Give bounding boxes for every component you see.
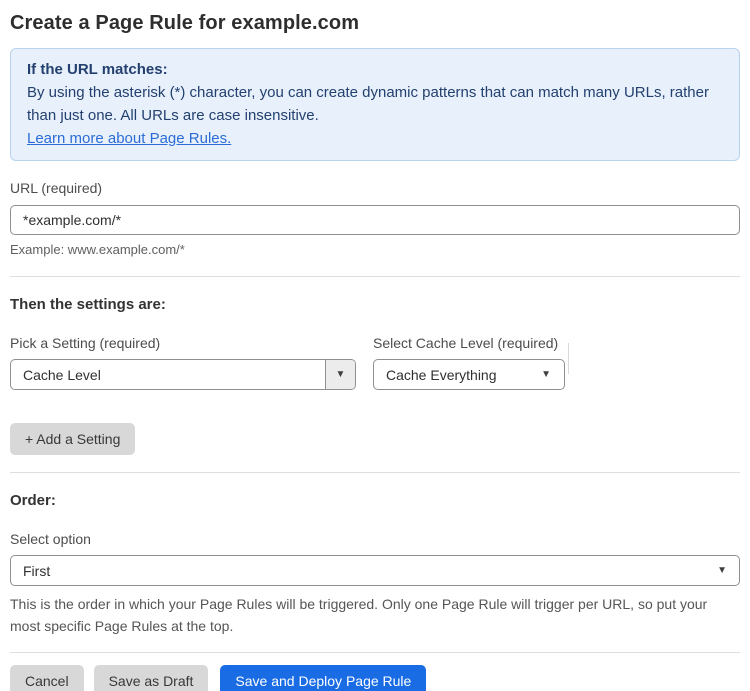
add-setting-button[interactable]: + Add a Setting bbox=[10, 423, 136, 455]
chevron-down-icon: ▼ bbox=[717, 564, 727, 576]
setting-picker-value: Cache Level bbox=[23, 366, 101, 383]
cache-level-picker-group: Select Cache Level (required) Cache Ever… bbox=[373, 335, 565, 390]
divider bbox=[10, 652, 740, 653]
cache-level-value: Cache Everything bbox=[386, 366, 497, 383]
setting-picker-group: Pick a Setting (required) Cache Level ▼ bbox=[10, 335, 356, 390]
info-box-heading: If the URL matches: bbox=[27, 61, 168, 78]
divider bbox=[10, 472, 740, 473]
order-section-heading: Order: bbox=[10, 492, 56, 509]
page-title: Create a Page Rule for example.com bbox=[10, 12, 360, 34]
chevron-down-icon: ▼ bbox=[335, 368, 346, 380]
dropdown-arrow-button[interactable]: ▼ bbox=[325, 360, 355, 389]
divider bbox=[10, 276, 740, 277]
cache-level-label: Select Cache Level (required) bbox=[373, 335, 559, 351]
save-and-deploy-button[interactable]: Save and Deploy Page Rule bbox=[220, 665, 427, 691]
info-box-body: By using the asterisk (*) character, you… bbox=[27, 84, 709, 124]
setting-row: Pick a Setting (required) Cache Level ▼ … bbox=[10, 335, 740, 390]
learn-more-link[interactable]: Learn more about Page Rules. bbox=[27, 130, 231, 147]
order-select-label: Select option bbox=[10, 531, 91, 547]
setting-picker-label: Pick a Setting (required) bbox=[10, 335, 161, 351]
form-actions: Cancel Save as Draft Save and Deploy Pag… bbox=[10, 665, 740, 691]
setting-picker-dropdown[interactable]: Cache Level ▼ bbox=[10, 359, 356, 390]
setting-separator bbox=[568, 343, 569, 374]
order-helper-text: This is the order in which your Page Rul… bbox=[10, 596, 708, 634]
url-input[interactable] bbox=[10, 205, 740, 235]
cancel-button[interactable]: Cancel bbox=[10, 665, 84, 691]
settings-section-heading: Then the settings are: bbox=[10, 296, 166, 313]
cache-level-dropdown[interactable]: Cache Everything ▼ bbox=[373, 359, 565, 390]
order-value: First bbox=[23, 562, 51, 579]
chevron-down-icon: ▼ bbox=[541, 368, 551, 380]
url-field-label: URL (required) bbox=[10, 180, 103, 196]
create-page-rule-form: Create a Page Rule for example.com If th… bbox=[0, 0, 750, 691]
save-as-draft-button[interactable]: Save as Draft bbox=[93, 665, 209, 691]
url-match-info-box: If the URL matches: By using the asteris… bbox=[10, 48, 740, 161]
url-field-helper: Example: www.example.com/* bbox=[10, 242, 185, 257]
order-dropdown[interactable]: First ▼ bbox=[10, 555, 740, 586]
